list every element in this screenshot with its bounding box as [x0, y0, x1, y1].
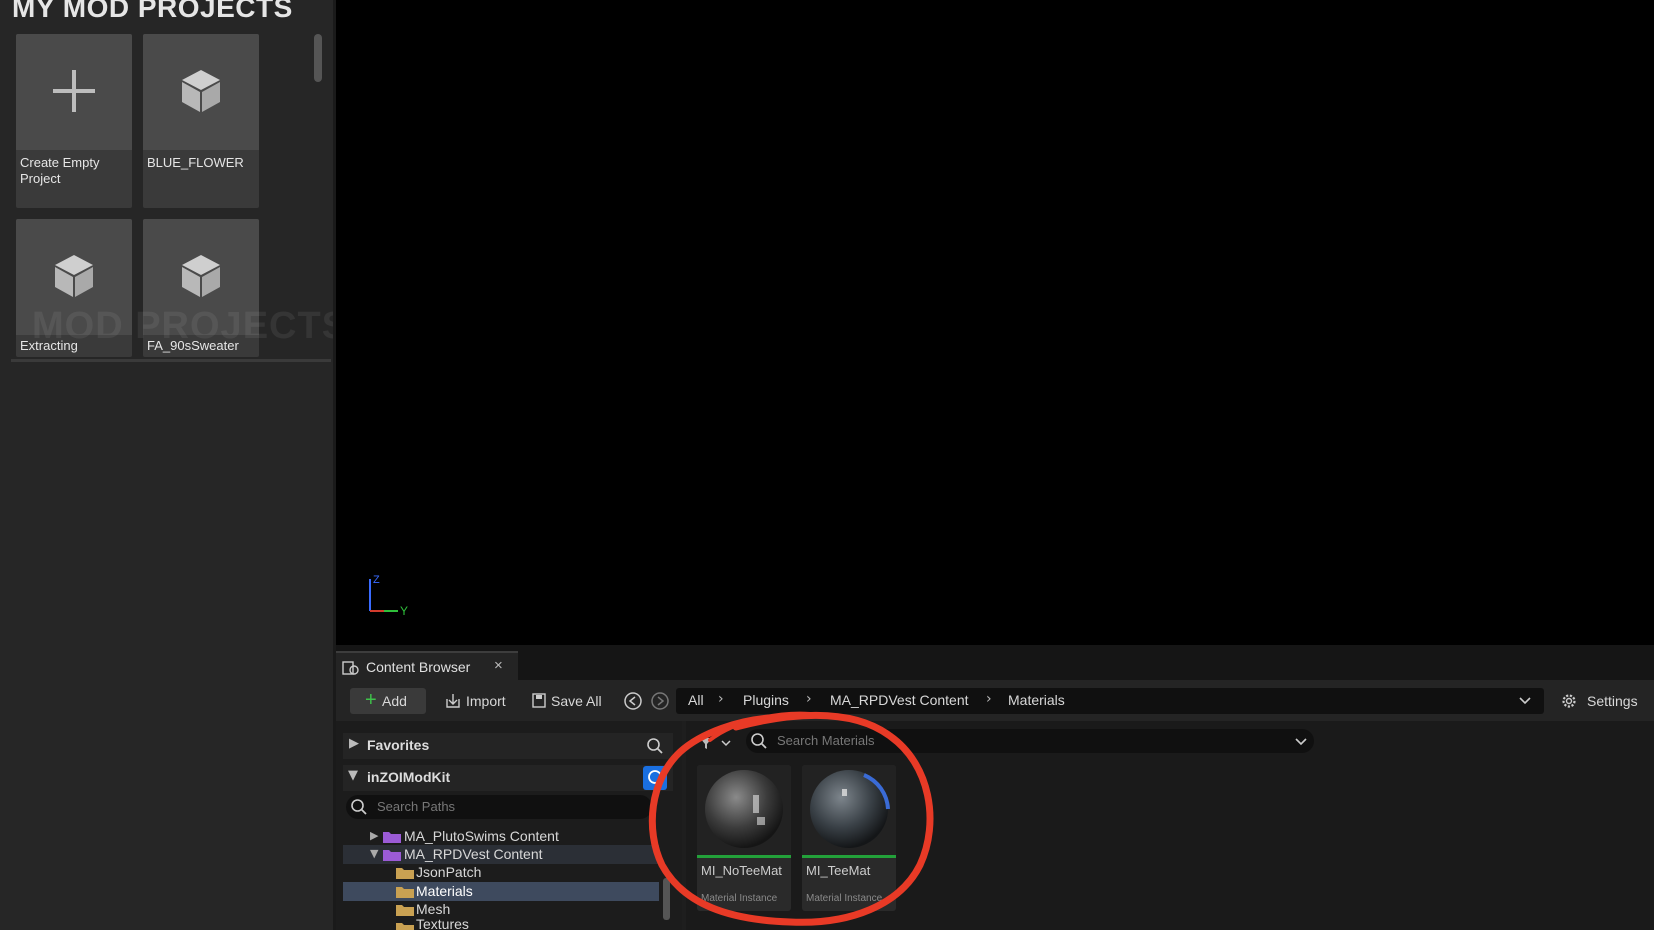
panel-divider — [11, 359, 331, 362]
content-browser-icon — [342, 661, 359, 675]
import-button[interactable]: Import — [444, 690, 514, 712]
tab-content-browser[interactable]: Content Browser × — [336, 651, 518, 682]
project-thumbnail — [16, 34, 132, 150]
settings-button[interactable]: Settings — [1560, 690, 1650, 712]
chevron-down-icon[interactable]: ▼ — [348, 768, 358, 783]
mod-projects-title: MY MOD PROJECTS — [12, 0, 293, 23]
import-button-label: Import — [466, 693, 506, 709]
axis-y-label: Y — [400, 604, 409, 618]
save-all-button[interactable]: Save All — [531, 690, 611, 712]
tree-item-label: MA_PlutoSwims Content — [404, 828, 559, 844]
plugin-folder-open-icon — [383, 850, 401, 861]
settings-label: Settings — [1587, 693, 1638, 709]
chevron-right-icon[interactable]: › — [986, 691, 992, 707]
inzoimodkit-label: inZOIModKit — [367, 769, 451, 785]
plus-icon — [53, 70, 95, 112]
favorites-section[interactable]: ▶ Favorites — [343, 733, 673, 759]
gear-icon — [1562, 694, 1576, 708]
tree-item-jsonpatch[interactable]: JsonPatch — [343, 863, 659, 882]
close-icon[interactable]: × — [494, 657, 503, 674]
tree-item-mesh[interactable]: Mesh — [343, 900, 659, 919]
tree-item-label: MA_RPDVest Content — [404, 846, 543, 862]
tree-item-label: Materials — [416, 883, 473, 899]
add-button-label: Add — [382, 693, 407, 709]
project-tile-create-empty[interactable]: Create Empty Project — [16, 34, 132, 208]
tree-item-label: Mesh — [416, 901, 451, 917]
folder-icon — [396, 905, 414, 916]
plus-icon: + — [365, 689, 377, 711]
content-browser-tabbar — [336, 645, 1654, 680]
tree-item-materials[interactable]: Materials — [343, 882, 659, 901]
cube-icon — [182, 70, 220, 112]
chevron-down-icon[interactable] — [1294, 735, 1308, 749]
plugin-folder-icon — [383, 832, 401, 843]
favorites-label: Favorites — [367, 737, 430, 753]
save-all-label: Save All — [551, 693, 602, 709]
tree-item-ma-plutoswims[interactable]: ▶ MA_PlutoSwims Content — [343, 827, 659, 846]
level-viewport[interactable] — [336, 0, 1654, 645]
breadcrumb-item-materials[interactable]: Materials — [1008, 692, 1065, 708]
axis-z-label: Z — [373, 574, 380, 586]
project-tile-blue-flower[interactable]: BLUE_FLOWER — [143, 34, 259, 208]
tree-item-ma-rpdvest[interactable]: ▼ MA_RPDVest Content — [343, 845, 659, 864]
folder-icon — [396, 887, 414, 898]
tree-item-textures[interactable]: Textures — [343, 918, 659, 930]
save-icon — [532, 693, 546, 708]
search-paths-input[interactable]: Search Paths — [346, 795, 652, 819]
project-tile-label: BLUE_FLOWER — [147, 155, 244, 170]
tab-label: Content Browser — [366, 659, 471, 675]
chevron-right-icon[interactable]: ▶ — [370, 829, 378, 842]
mod-projects-watermark: MOD PROJECTS — [32, 305, 349, 347]
projects-scrollbar[interactable] — [314, 34, 322, 82]
search-icon — [351, 799, 367, 815]
inzoimodkit-section[interactable]: ▼ inZOIModKit — [343, 765, 673, 791]
search-paths-placeholder: Search Paths — [377, 799, 456, 814]
annotation-circle — [648, 711, 934, 926]
folder-icon — [396, 923, 414, 930]
project-tile-label: Create Empty Project — [20, 155, 100, 186]
import-icon — [446, 694, 460, 708]
project-thumbnail — [143, 34, 259, 150]
tree-item-label: JsonPatch — [416, 864, 482, 880]
chevron-down-icon[interactable] — [1518, 694, 1532, 708]
chevron-down-icon[interactable]: ▼ — [370, 847, 378, 860]
tree-item-label: Textures — [416, 918, 469, 930]
folder-icon — [396, 868, 414, 879]
chevron-right-icon[interactable]: ▶ — [349, 736, 359, 751]
add-button[interactable]: + Add — [350, 688, 426, 714]
